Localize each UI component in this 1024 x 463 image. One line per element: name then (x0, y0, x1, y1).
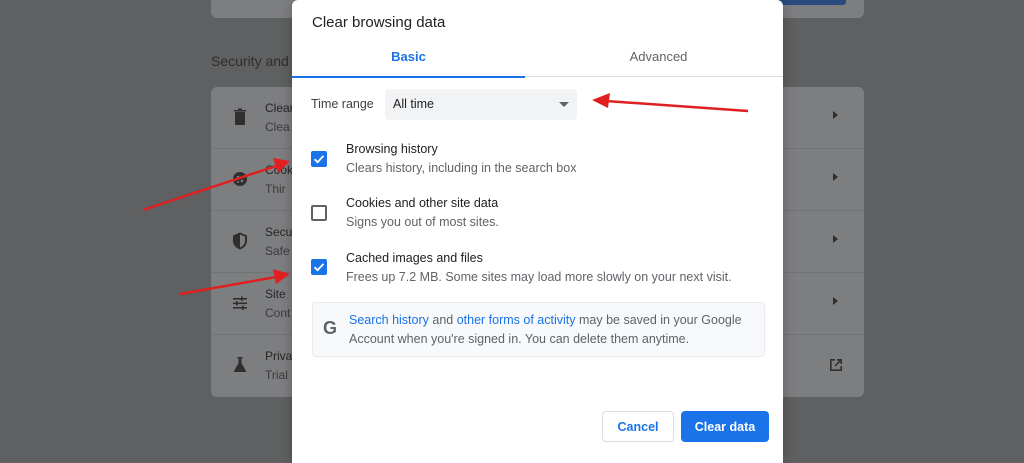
time-range-value: All time (393, 97, 434, 111)
settings-row-title: Priva (265, 349, 293, 363)
cookie-icon (233, 172, 247, 186)
option-description: Clears history, including in the search … (346, 161, 577, 175)
cookies-checkbox[interactable] (311, 205, 327, 221)
settings-row-subtitle: Thir (265, 182, 286, 196)
caret-down-icon (559, 102, 569, 107)
settings-row-title: Clear (265, 101, 294, 115)
checkmark-icon (313, 155, 325, 164)
other-activity-link[interactable]: other forms of activity (457, 313, 576, 327)
option-cached-images: Cached images and files Frees up 7.2 MB.… (292, 251, 783, 297)
option-title: Cookies and other site data (346, 196, 499, 210)
option-browsing-history: Browsing history Clears history, includi… (292, 142, 783, 188)
settings-row-title: Site (265, 287, 286, 301)
notice-text: may be saved in your Google (575, 313, 742, 327)
chevron-right-icon (833, 173, 838, 181)
google-account-notice: G Search history and other forms of acti… (312, 302, 765, 357)
chevron-right-icon (833, 111, 838, 119)
chevron-right-icon (833, 297, 838, 305)
settings-row-subtitle: Cont (265, 306, 291, 320)
shield-icon (233, 232, 247, 250)
clear-data-button[interactable]: Clear data (681, 411, 769, 442)
settings-row-subtitle: Clea (265, 120, 290, 134)
trash-icon (234, 108, 246, 125)
notice-line-1: Search history and other forms of activi… (349, 313, 742, 327)
time-range-label: Time range (311, 97, 374, 111)
tab-advanced[interactable]: Advanced (542, 40, 775, 77)
cached-images-checkbox[interactable] (311, 259, 327, 275)
option-title: Cached images and files (346, 251, 483, 265)
cancel-button[interactable]: Cancel (602, 411, 674, 442)
google-g-icon: G (322, 318, 337, 338)
option-cookies: Cookies and other site data Signs you ou… (292, 196, 783, 242)
dialog-title: Clear browsing data (312, 14, 446, 31)
settings-row-subtitle: Trial (265, 368, 288, 382)
notice-line-2: Account when you're signed in. You can d… (349, 332, 690, 346)
settings-row-subtitle: Safe (265, 244, 290, 258)
clear-browsing-data-dialog: Clear browsing data Basic Advanced Time … (292, 0, 783, 463)
background-button-edge (776, 0, 846, 5)
option-description: Frees up 7.2 MB. Some sites may load mor… (346, 270, 732, 284)
security-section-title: Security and (211, 53, 289, 69)
option-description: Signs you out of most sites. (346, 215, 499, 229)
open-external-icon (830, 359, 842, 371)
time-range-select[interactable]: All time (385, 89, 577, 120)
flask-icon (233, 357, 247, 372)
browsing-history-checkbox[interactable] (311, 151, 327, 167)
dialog-tabs: Basic Advanced (292, 40, 783, 78)
option-title: Browsing history (346, 142, 438, 156)
settings-row-title: Cook (265, 163, 294, 177)
checkmark-icon (313, 263, 325, 272)
sliders-icon (233, 296, 247, 310)
notice-text: and (428, 313, 457, 327)
tab-basic[interactable]: Basic (292, 40, 525, 78)
search-history-link[interactable]: Search history (349, 313, 429, 327)
chevron-right-icon (833, 235, 838, 243)
settings-row-title: Secu (265, 225, 293, 239)
